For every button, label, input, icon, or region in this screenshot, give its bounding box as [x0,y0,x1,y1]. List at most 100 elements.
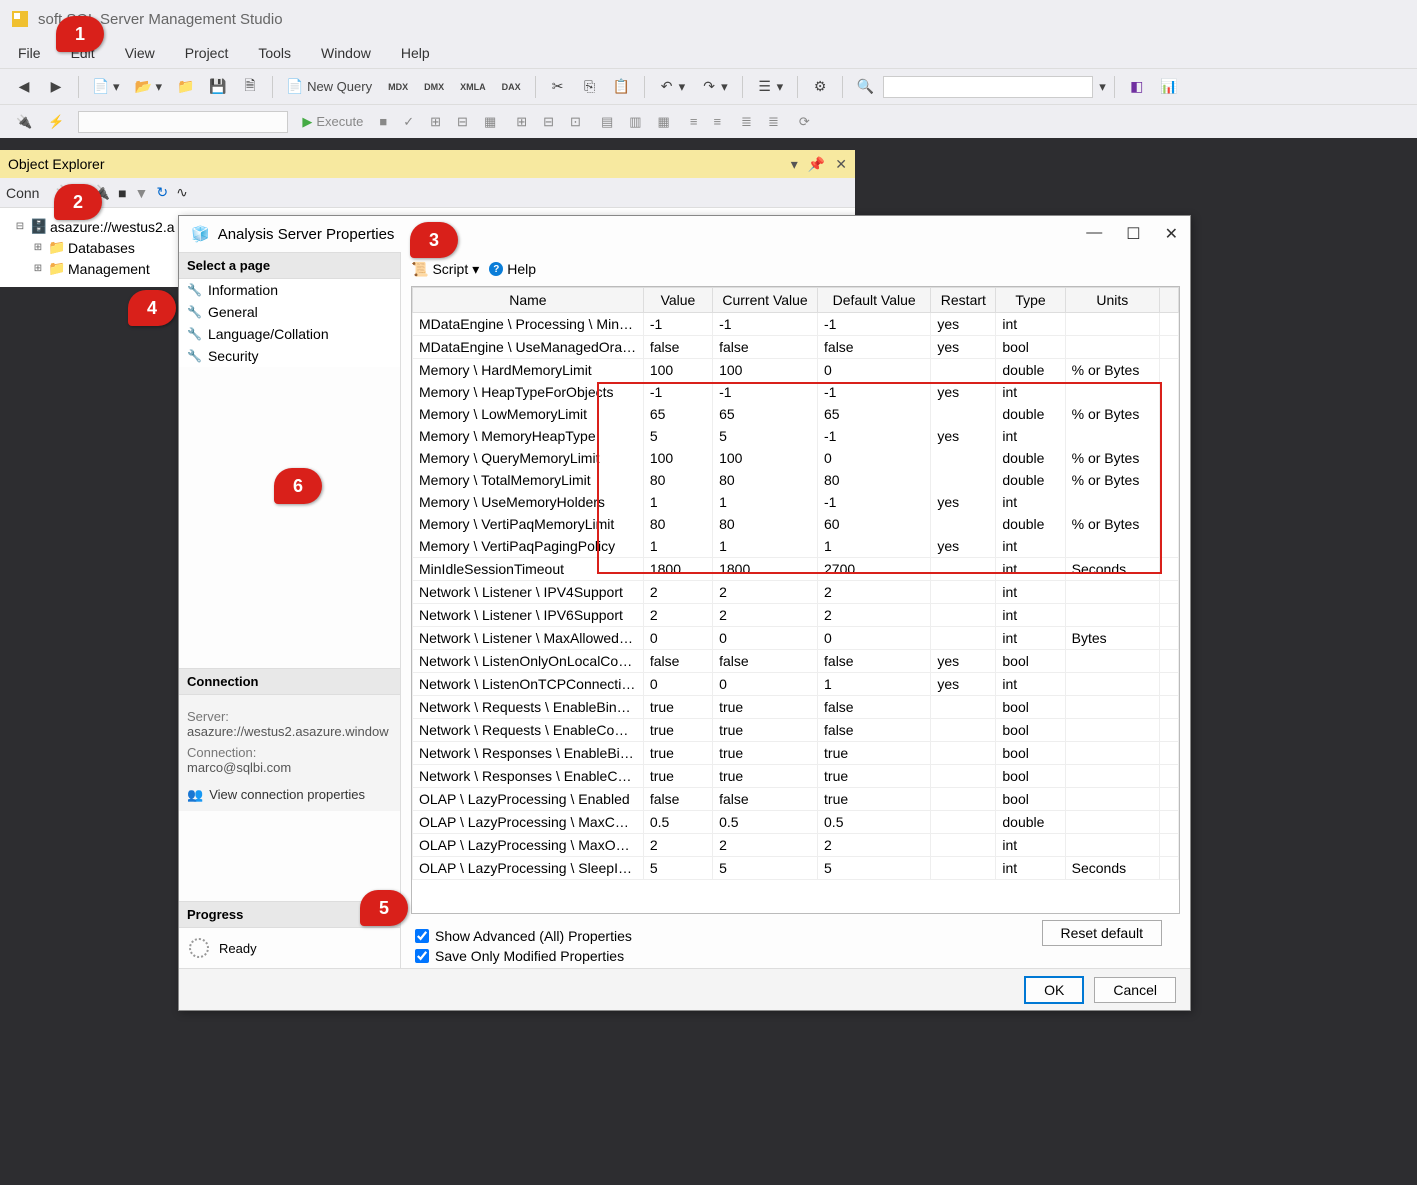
expand-icon[interactable]: ⊞ [32,242,44,253]
view-connection-properties-link[interactable]: 👥 View connection properties [187,787,392,803]
results-icon: ⊟ [451,111,474,133]
database-combo [78,111,288,133]
menu-window[interactable]: Window [309,41,383,65]
table-row[interactable]: Network \ Requests \ EnableComp...truetr… [413,719,1179,742]
extensions-button[interactable]: ◧ [1123,76,1151,98]
pin-icon[interactable]: 📌 [808,156,825,173]
xmla-button[interactable]: XMLA [454,79,492,95]
reset-default-button[interactable]: Reset default [1042,920,1163,946]
table-row[interactable]: Memory \ LowMemoryLimit656565double% or … [413,403,1179,425]
table-row[interactable]: OLAP \ LazyProcessing \ MaxObje...222int [413,834,1179,857]
dmx-button[interactable]: DMX [418,79,450,95]
oe-stop-icon[interactable]: ■ [118,185,126,201]
table-row[interactable]: MDataEngine \ UseManagedOracl...falsefal… [413,336,1179,359]
mdx-button[interactable]: MDX [382,79,414,95]
maximize-button[interactable]: ☐ [1126,224,1140,244]
cancel-button[interactable]: Cancel [1094,977,1176,1003]
nav-forward-button[interactable]: ▶ [42,76,70,98]
menu-tools[interactable]: Tools [246,41,303,65]
table-row[interactable]: Network \ Requests \ EnableBinar...truet… [413,696,1179,719]
object-explorer-toolbar: Conn 🔌 ✖🔌 ■ ▼ ↻ ∿ [0,178,855,208]
open-button[interactable]: 📂▾ [130,76,169,98]
cell: OLAP \ LazyProcessing \ MaxObje... [413,834,644,857]
new-item-button[interactable]: 📄▾ [87,76,126,98]
new-query-button[interactable]: 📄New Query [281,76,378,98]
menu-project[interactable]: Project [173,41,241,65]
dialog-footer: OK Cancel [179,968,1190,1010]
search-input[interactable] [883,76,1093,98]
cell: Network \ Listener \ IPV6Support [413,604,644,627]
column-header[interactable]: Type [996,288,1065,313]
table-row[interactable]: Network \ Responses \ EnableCo...truetru… [413,765,1179,788]
cell: 2 [643,834,712,857]
connect-label[interactable]: Conn [6,185,39,201]
collapse-icon[interactable]: ⊟ [14,221,26,232]
page-information[interactable]: 🔧Information [179,279,400,301]
cut-button[interactable]: ✂ [544,76,572,98]
table-row[interactable]: Memory \ QueryMemoryLimit1001000double% … [413,447,1179,469]
menu-file[interactable]: File [6,41,53,65]
minimize-button[interactable]: — [1086,224,1102,244]
table-row[interactable]: MDataEngine \ Processing \ MinC...-1-1-1… [413,313,1179,336]
ok-button[interactable]: OK [1024,976,1084,1004]
save-button[interactable]: 💾 [204,76,232,98]
open-file-button[interactable]: 📁 [172,76,200,98]
cell: true [643,765,712,788]
menu-help[interactable]: Help [389,41,442,65]
app-icon [10,9,30,29]
save-all-button[interactable]: 🗎 [236,76,264,98]
table-row[interactable]: Memory \ MemoryHeapType55-1yesint [413,425,1179,447]
oe-activity-icon[interactable]: ∿ [176,184,188,201]
column-header[interactable]: Value [643,288,712,313]
cell: true [818,742,931,765]
table-row[interactable]: Network \ Listener \ IPV4Support222int [413,581,1179,604]
dax-button[interactable]: DAX [496,79,527,95]
properties-button[interactable]: ☰▾ [751,76,790,98]
column-header[interactable]: Current Value [713,288,818,313]
redo-button[interactable]: ↷▾ [695,76,734,98]
undo-button[interactable]: ↶▾ [653,76,692,98]
cell: int [996,857,1065,880]
page-general[interactable]: 🔧General [179,301,400,323]
copy-button[interactable]: ⎘ [576,76,604,98]
table-row[interactable]: OLAP \ LazyProcessing \ SleepInt...555in… [413,857,1179,880]
close-panel-icon[interactable]: ✕ [835,156,847,173]
table-row[interactable]: Memory \ VertiPaqPagingPolicy111yesint [413,535,1179,558]
nav-back-button[interactable]: ◀ [10,76,38,98]
menu-view[interactable]: View [113,41,167,65]
cell: int [996,581,1065,604]
table-row[interactable]: Memory \ HardMemoryLimit1001000double% o… [413,359,1179,382]
oe-refresh-icon[interactable]: ↻ [156,184,168,201]
table-row[interactable]: Network \ ListenOnTCPConnections001yesin… [413,673,1179,696]
column-header[interactable]: Default Value [818,288,931,313]
chart-button[interactable]: 📊 [1155,76,1183,98]
table-row[interactable]: Network \ Listener \ MaxAllowedRe...000i… [413,627,1179,650]
column-header[interactable]: Restart [931,288,996,313]
expand-icon[interactable]: ⊞ [32,263,44,274]
table-row[interactable]: Memory \ HeapTypeForObjects-1-1-1yesint [413,381,1179,403]
close-button[interactable]: ✕ [1165,224,1178,244]
table-row[interactable]: Network \ Responses \ EnableBin...truetr… [413,742,1179,765]
column-header[interactable]: Name [413,288,644,313]
cube-icon: 🧊 [191,225,210,243]
table-row[interactable]: Memory \ VertiPaqMemoryLimit808060double… [413,513,1179,535]
script-button[interactable]: 📜 Script ▾ [411,261,479,278]
table-row[interactable]: MinIdleSessionTimeout180018002700intSeco… [413,558,1179,581]
table-row[interactable]: OLAP \ LazyProcessing \ MaxCPU...0.50.50… [413,811,1179,834]
table-row[interactable]: Memory \ TotalMemoryLimit808080double% o… [413,469,1179,491]
page-security[interactable]: 🔧Security [179,345,400,367]
help-button[interactable]: ? Help [489,261,536,277]
search-icon-button[interactable]: 🔍 [851,76,879,98]
paste-button[interactable]: 📋 [608,76,636,98]
table-row[interactable]: Memory \ UseMemoryHolders11-1yesint [413,491,1179,513]
column-header[interactable]: Units [1065,288,1159,313]
options-button[interactable]: ⚙ [806,76,834,98]
grid-scroll[interactable]: NameValueCurrent ValueDefault ValueResta… [412,287,1179,913]
cell [931,604,996,627]
table-row[interactable]: Network \ Listener \ IPV6Support222int [413,604,1179,627]
table-row[interactable]: Network \ ListenOnlyOnLocalConn...falsef… [413,650,1179,673]
dropdown-icon[interactable]: ▾ [791,156,798,173]
table-row[interactable]: OLAP \ LazyProcessing \ Enabledfalsefals… [413,788,1179,811]
oe-filter-icon[interactable]: ▼ [135,185,149,201]
page-language-collation[interactable]: 🔧Language/Collation [179,323,400,345]
